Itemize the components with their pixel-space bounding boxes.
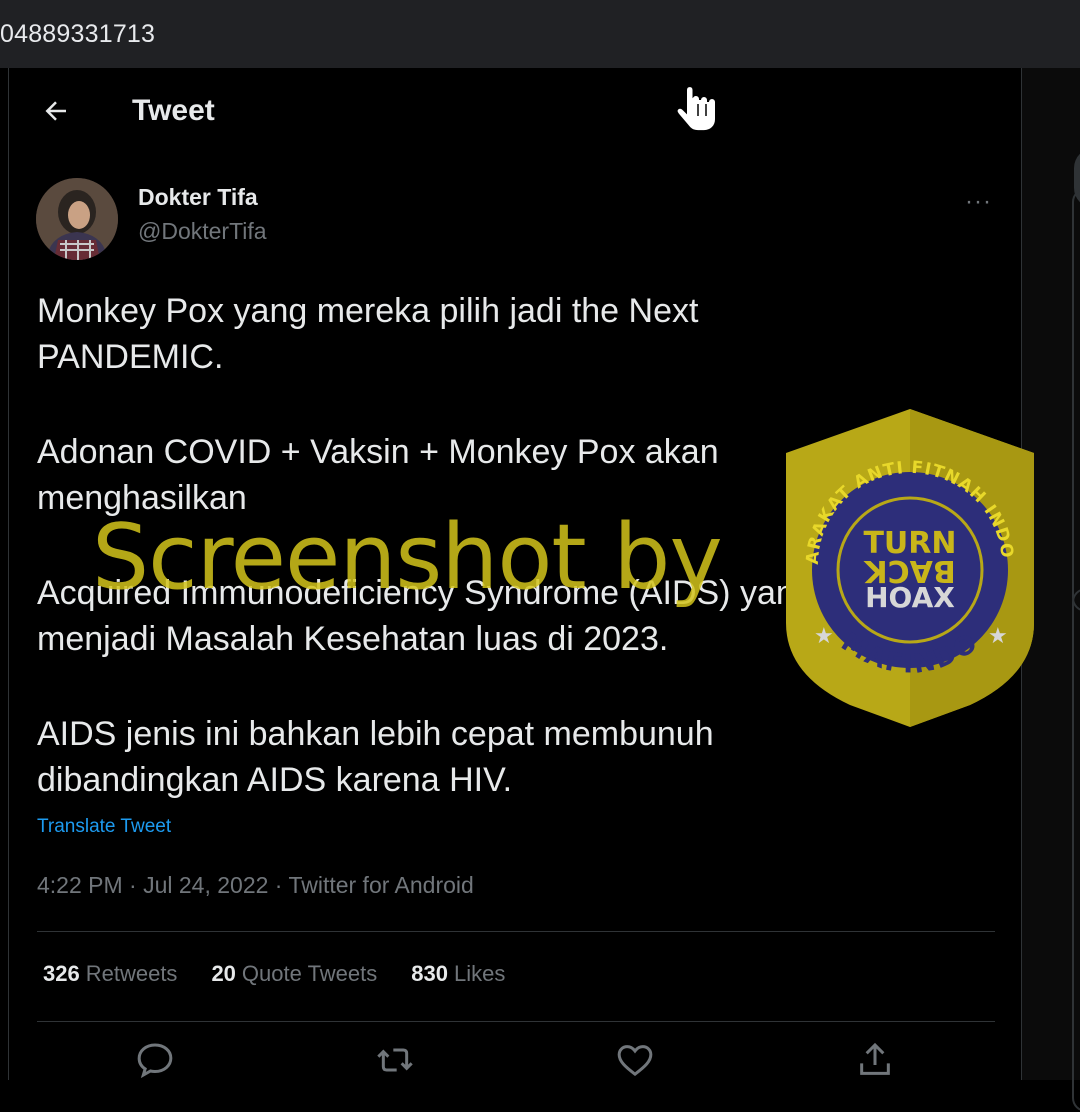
sidebar-panel-bottom — [1072, 588, 1080, 1112]
share-icon[interactable] — [855, 1040, 895, 1080]
hand-cursor-icon — [675, 85, 717, 133]
back-arrow-icon[interactable] — [41, 96, 71, 126]
tweet-timestamp[interactable]: 4:22 PM · Jul 24, 2022 · Twitter for And… — [37, 872, 474, 899]
tweet-paragraph: AIDS jenis ini bahkan lebih cepat membun… — [37, 715, 714, 799]
logo-hoax: HOAX — [865, 581, 955, 614]
page-title: Tweet — [132, 94, 215, 127]
sidebar-panel-top — [1072, 188, 1080, 612]
watermark-text: Screenshot by — [92, 505, 723, 610]
retweet-icon[interactable] — [375, 1040, 415, 1080]
tweet-paragraph: Monkey Pox yang mereka pilih jadi the Ne… — [37, 292, 699, 376]
mafindo-logo: MASYARAKAT ANTI FITNAH INDONESIA TURN BA… — [780, 405, 1034, 727]
reply-icon[interactable] — [135, 1040, 175, 1080]
avatar[interactable] — [36, 178, 118, 260]
url-text[interactable]: 04889331713 — [0, 20, 155, 49]
tweet-stats: 326 Retweets 20 Quote Tweets 830 Likes — [43, 961, 505, 987]
divider — [37, 1021, 995, 1022]
translate-tweet-link[interactable]: Translate Tweet — [37, 816, 171, 838]
logo-star-right: ★ — [988, 623, 1008, 648]
quote-tweets-stat[interactable]: 20 Quote Tweets — [211, 961, 377, 987]
logo-star-left: ★ — [814, 623, 834, 648]
like-icon[interactable] — [615, 1040, 655, 1080]
divider — [37, 931, 995, 932]
author-name[interactable]: Dokter Tifa — [138, 184, 258, 211]
author-handle[interactable]: @DokterTifa — [138, 218, 267, 245]
more-icon[interactable]: ··· — [965, 188, 992, 216]
tweet-header: Tweet — [9, 68, 1021, 158]
likes-stat[interactable]: 830 Likes — [411, 961, 505, 987]
tweet-actions — [9, 1040, 1021, 1080]
retweets-stat[interactable]: 326 Retweets — [43, 961, 177, 987]
avatar-image — [36, 178, 118, 260]
browser-url-bar[interactable]: 04889331713 — [0, 0, 1080, 68]
